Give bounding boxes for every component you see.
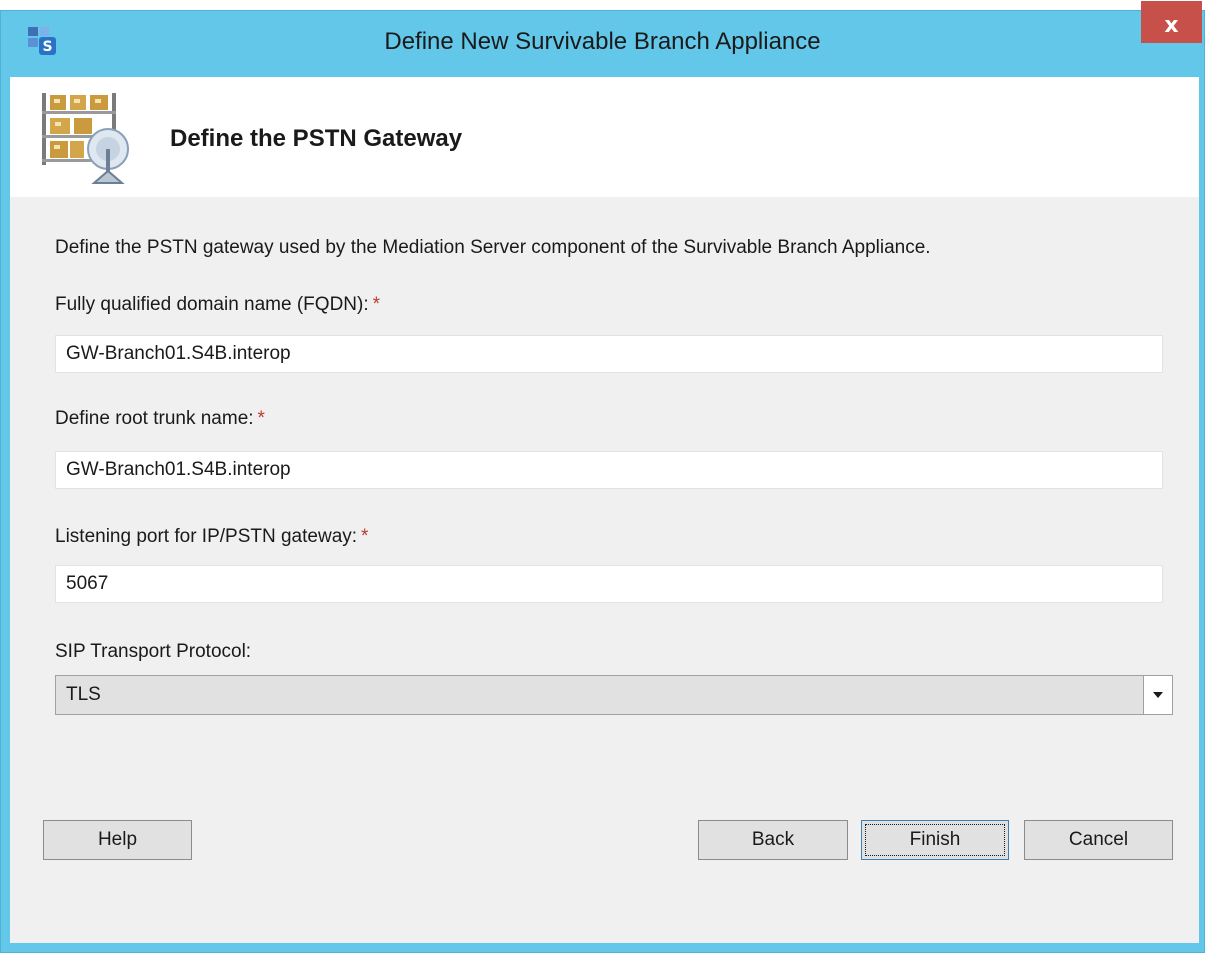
page-title: Define the PSTN Gateway xyxy=(170,125,463,152)
sip-transport-select[interactable]: TLS xyxy=(55,675,1173,715)
finish-button[interactable]: Finish xyxy=(861,820,1009,860)
sip-transport-label: SIP Transport Protocol: xyxy=(55,641,252,662)
dialog-client-area: Define the PSTN Gateway Define the PSTN … xyxy=(10,77,1199,943)
required-marker: * xyxy=(361,526,369,547)
cancel-button-label: Cancel xyxy=(1068,829,1129,850)
fqdn-label-text: Fully qualified domain name (FQDN): xyxy=(55,294,369,315)
root-trunk-label-text: Define root trunk name: xyxy=(55,408,254,429)
required-marker: * xyxy=(372,294,381,315)
close-icon: x xyxy=(1164,13,1179,38)
gateway-appliance-icon xyxy=(42,93,129,184)
top-strip xyxy=(0,0,1205,10)
root-trunk-input[interactable] xyxy=(55,451,1163,489)
window-title: Define New Survivable Branch Appliance xyxy=(384,28,821,55)
fqdn-label: Fully qualified domain name (FQDN): * xyxy=(55,294,380,316)
chevron-down-icon[interactable] xyxy=(1143,676,1172,714)
close-button[interactable]: x xyxy=(1141,1,1202,43)
required-marker: * xyxy=(257,408,265,429)
back-button[interactable]: Back xyxy=(698,820,848,860)
fqdn-input[interactable] xyxy=(55,335,1163,373)
dialog-window: S Define New Survivable Branch Appliance… xyxy=(0,1,1205,953)
sip-transport-value: TLS xyxy=(66,684,101,705)
back-button-label: Back xyxy=(751,829,795,850)
root-trunk-label: Define root trunk name: * xyxy=(55,408,265,430)
finish-button-label: Finish xyxy=(909,829,961,850)
page-description: Define the PSTN gateway used by the Medi… xyxy=(55,237,931,258)
title-bar[interactable]: S Define New Survivable Branch Appliance… xyxy=(1,1,1204,77)
cancel-button[interactable]: Cancel xyxy=(1024,820,1173,860)
listening-port-label: Listening port for IP/PSTN gateway: * xyxy=(55,526,368,548)
help-button[interactable]: Help xyxy=(43,820,192,860)
listening-port-label-text: Listening port for IP/PSTN gateway: xyxy=(55,526,358,547)
listening-port-input[interactable] xyxy=(55,565,1163,603)
help-button-label: Help xyxy=(97,829,138,850)
wizard-header: Define the PSTN Gateway xyxy=(10,77,1199,197)
